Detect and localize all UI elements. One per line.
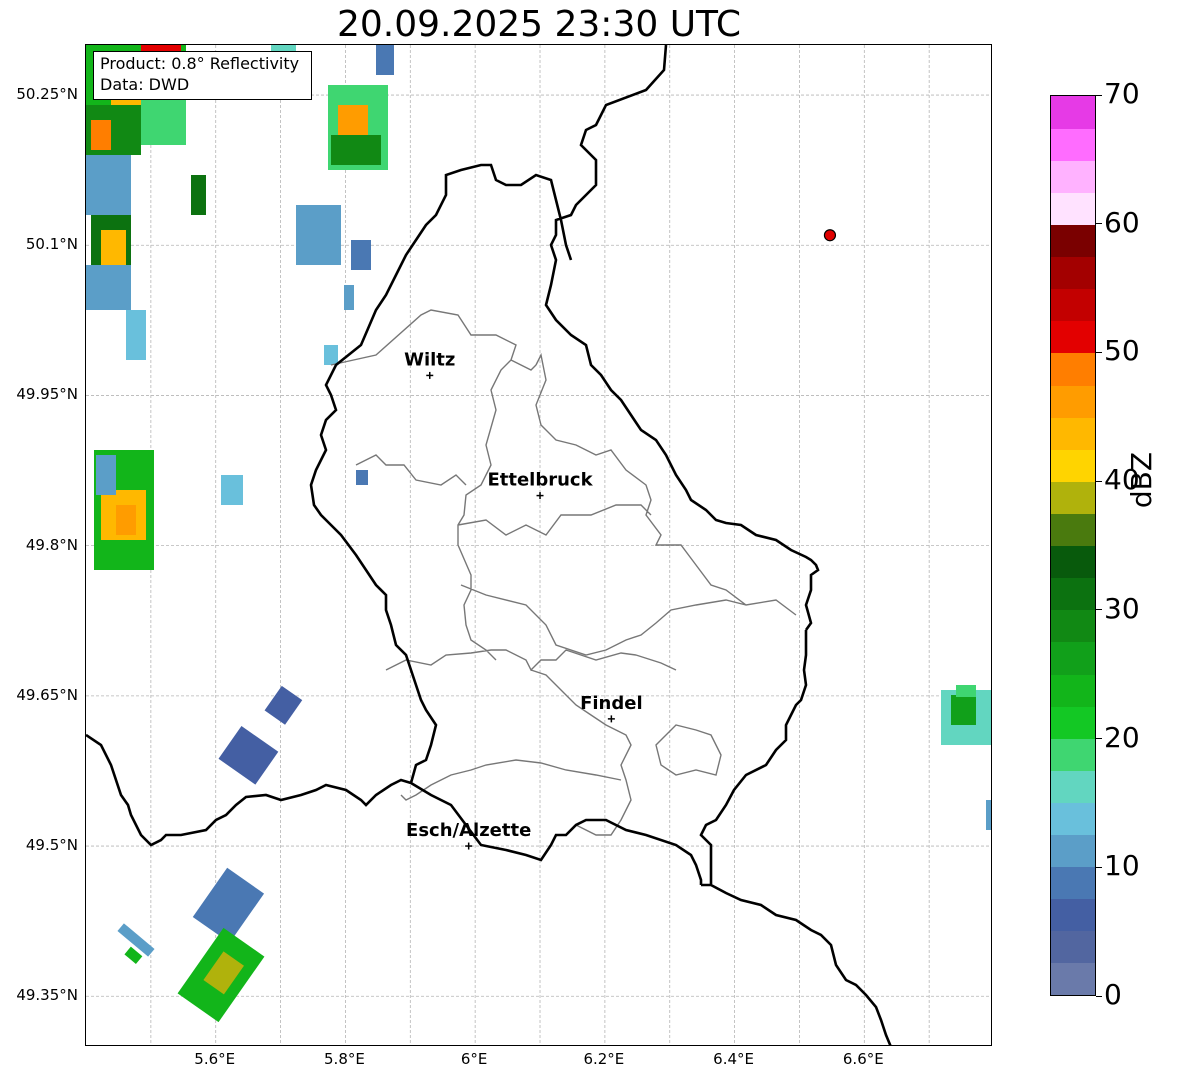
colorbar-tick-label: 10 (1104, 849, 1140, 883)
product-label: Product: 0.8° Reflectivity (100, 54, 300, 73)
echo-cluster-east (941, 685, 991, 830)
lat-tick-label: 49.95°N (16, 385, 78, 404)
colorbar-segment (1051, 609, 1095, 643)
colorbar-segment (1051, 770, 1095, 803)
map-canvas: Wiltz Ettelbruck Findel Esch/Alzette (86, 45, 991, 1045)
colorbar-segment (1051, 449, 1095, 482)
colorbar-segment (1051, 545, 1095, 579)
cities: Wiltz Ettelbruck Findel Esch/Alzette (404, 349, 643, 850)
colorbar-tick-mark (1096, 351, 1102, 353)
lat-tick-label: 49.5°N (25, 836, 78, 855)
lon-tick-label: 6.2°E (583, 1050, 625, 1068)
colorbar-tick-label: 50 (1104, 334, 1140, 368)
colorbar-segment (1051, 866, 1095, 900)
colorbar-tick-label: 30 (1104, 591, 1140, 625)
lon-tick-label: 6.4°E (713, 1050, 755, 1068)
city-marker: Findel (580, 693, 643, 723)
colorbar-segment (1051, 738, 1095, 771)
data-source-label: Data: DWD (100, 75, 190, 94)
colorbar-segment (1051, 128, 1095, 161)
colorbar-tick-mark (1096, 480, 1102, 482)
colorbar-segment (1051, 481, 1095, 514)
colorbar-segment (1051, 898, 1095, 932)
colorbar-segment (1051, 352, 1095, 386)
lat-tick-label: 49.8°N (25, 535, 78, 554)
colorbar-tick-mark (1096, 223, 1102, 225)
colorbar-segment (1051, 834, 1095, 868)
colorbar-tick-label: 60 (1104, 205, 1140, 239)
colorbar-tick-mark (1096, 738, 1102, 740)
city-label: Wiltz (404, 349, 455, 370)
lat-tick-label: 49.65°N (16, 685, 78, 704)
colorbar-unit-label: dBZ (1125, 451, 1158, 509)
city-marker: Ettelbruck (487, 470, 594, 500)
colorbar-tick-label: 20 (1104, 720, 1140, 754)
lat-tick-label: 50.25°N (16, 85, 78, 104)
city-marker: Esch/Alzette (406, 820, 531, 850)
colorbar-segment (1051, 96, 1095, 129)
colorbar-segment (1051, 930, 1095, 964)
city-label: Ettelbruck (487, 470, 593, 491)
colorbar-segment (1051, 962, 1095, 995)
lon-tick-label: 5.8°E (324, 1050, 365, 1068)
colorbar-segment (1051, 641, 1095, 675)
lon-tick-label: 6.6°E (842, 1050, 884, 1068)
radar-echoes (86, 45, 991, 1023)
colorbar-tick-label: 0 (1104, 978, 1122, 1011)
echo-cluster-west (94, 450, 368, 570)
colorbar-segment (1051, 320, 1095, 354)
colorbar-tick-mark (1096, 94, 1102, 96)
colorbar-segment (1051, 224, 1095, 258)
colorbar-tick-mark (1096, 995, 1102, 997)
info-box: Product: 0.8° Reflectivity Data: DWD (93, 51, 312, 100)
canton-boundaries (330, 309, 797, 836)
city-label: Findel (580, 693, 643, 714)
colorbar-tick-mark (1096, 609, 1102, 611)
lat-tick-label: 49.35°N (16, 986, 78, 1005)
city-label: Esch/Alzette (406, 820, 531, 841)
lon-tick-label: 5.6°E (194, 1050, 236, 1068)
colorbar-segment (1051, 384, 1095, 418)
colorbar-segment (1051, 577, 1095, 611)
colorbar-segment (1051, 802, 1095, 836)
colorbar-segment (1051, 513, 1095, 547)
map-title: 20.09.2025 23:30 UTC (336, 4, 742, 45)
colorbar-segment (1051, 706, 1095, 739)
colorbar-segment (1051, 673, 1095, 707)
colorbar-segment (1051, 256, 1095, 290)
city-marker: Wiltz (404, 349, 455, 379)
colorbar-segment (1051, 417, 1095, 450)
radar-map: Wiltz Ettelbruck Findel Esch/Alzette (85, 44, 992, 1046)
colorbar-tick-label: 70 (1104, 77, 1140, 110)
colorbar-tick-mark (1096, 866, 1102, 868)
echo-cluster-southwest (117, 685, 303, 1023)
colorbar (1050, 95, 1096, 996)
lon-tick-label: 6°E (460, 1050, 488, 1068)
colorbar-segment (1051, 192, 1095, 226)
colorbar-segment (1051, 160, 1095, 193)
colorbar-segment (1051, 288, 1095, 322)
lat-tick-label: 50.1°N (25, 235, 78, 254)
radar-site-marker (823, 229, 837, 242)
